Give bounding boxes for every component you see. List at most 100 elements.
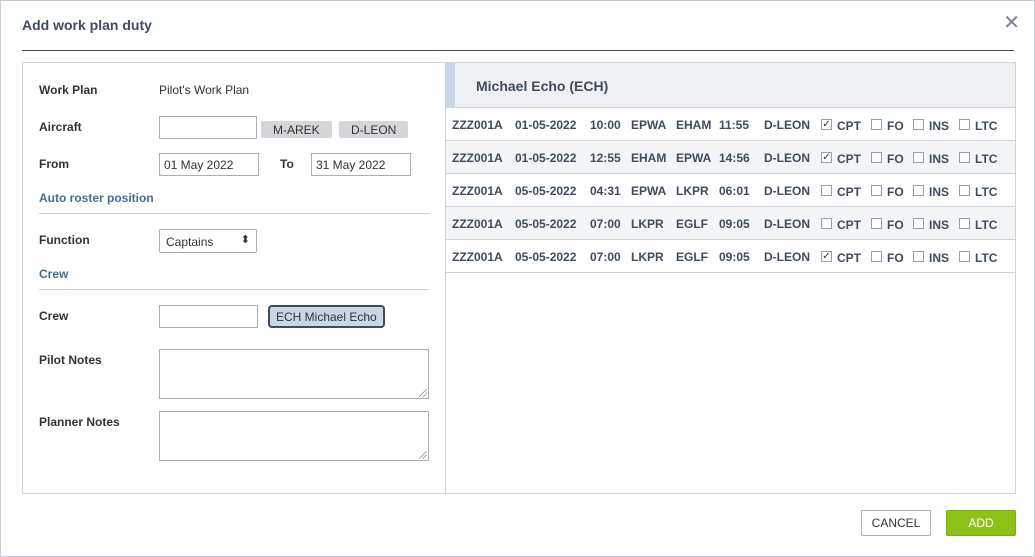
fo-checkbox[interactable] [871,185,882,196]
table-row: ZZZ001A 05-05-2022 04:31 EPWA LKPR 06:01 D-LEO… [446,174,1015,207]
destination-airport: EPWA [676,151,712,165]
flight-date: 01-05-2022 [515,151,577,165]
cpt-checkbox[interactable] [821,218,832,229]
pilot-flights-panel: Michael Echo (ECH) ZZZ001A 01-05-2022 10:0… [446,63,1015,493]
pilot-name: Michael Echo (ECH) [476,78,609,94]
crew-heading: Crew [39,267,69,281]
destination-airport: EGLF [676,250,708,264]
cpt-label: CPT [837,119,861,133]
function-select[interactable]: Captains ⬍ [159,229,257,253]
aircraft-registration: D-LEON [764,151,810,165]
ltc-label: LTC [975,251,998,265]
cpt-checkbox[interactable]: ✓ [821,152,832,163]
auto-roster-heading: Auto roster position [39,191,154,205]
ins-label: INS [929,185,950,199]
ins-checkbox[interactable] [913,251,924,262]
destination-airport: EGLF [676,217,708,231]
aircraft-registration: D-LEON [764,118,810,132]
cpt-checkbox[interactable]: ✓ [821,119,832,130]
fo-label: FO [887,251,904,265]
flight-number: ZZZ001A [452,184,503,198]
function-label: Function [39,233,90,247]
crew-divider [39,289,429,290]
crew-tag-michael-echo[interactable]: ECH Michael Echo [268,305,385,328]
ins-label: INS [929,251,950,265]
work-plan-label: Work Plan [39,83,98,97]
table-row: ZZZ001A 05-05-2022 07:00 LKPR EGLF 09:05 D-LEO… [446,207,1015,240]
fo-label: FO [887,185,904,199]
table-row: ZZZ001A 05-05-2022 07:00 LKPR EGLF 09:05 D-LEO… [446,240,1015,273]
fo-label: FO [887,218,904,232]
ltc-checkbox[interactable] [959,185,970,196]
add-work-plan-duty-dialog: Add work plan duty ✕ Work Plan Pilot's W… [0,0,1035,557]
from-label: From [39,157,69,171]
cancel-button[interactable]: CANCEL [861,510,931,536]
ltc-checkbox[interactable] [959,251,970,262]
cpt-label: CPT [837,185,861,199]
ltc-label: LTC [975,185,998,199]
ltc-label: LTC [975,119,998,133]
ltc-checkbox[interactable] [959,218,970,229]
flight-date: 05-05-2022 [515,217,577,231]
departure-time: 07:00 [590,250,621,264]
origin-airport: EPWA [631,184,667,198]
resize-grip-icon[interactable] [419,389,427,397]
arrival-time: 14:56 [719,151,750,165]
origin-airport: LKPR [631,217,664,231]
ins-checkbox[interactable] [913,185,924,196]
pilot-header: Michael Echo (ECH) [446,63,1015,108]
ltc-label: LTC [975,218,998,232]
flight-number: ZZZ001A [452,151,503,165]
duty-form: Work Plan Pilot's Work Plan Aircraft M-A… [23,63,446,493]
ins-checkbox[interactable] [913,119,924,130]
arrival-time: 11:55 [719,118,750,132]
to-label: To [280,157,294,171]
destination-airport: EHAM [676,118,712,132]
function-select-value: Captains [166,235,214,249]
chevron-updown-icon: ⬍ [240,234,250,246]
to-date-input[interactable]: 31 May 2022 [311,153,411,176]
departure-time: 07:00 [590,217,621,231]
flight-date: 05-05-2022 [515,184,577,198]
auto-roster-divider [39,213,429,214]
crew-input[interactable] [159,305,258,328]
ins-checkbox[interactable] [913,152,924,163]
resize-grip-icon[interactable] [419,451,427,459]
work-plan-value: Pilot's Work Plan [159,83,250,97]
ltc-checkbox[interactable] [959,119,970,130]
flight-date: 05-05-2022 [515,250,577,264]
fo-checkbox[interactable] [871,251,882,262]
ins-checkbox[interactable] [913,218,924,229]
fo-checkbox[interactable] [871,218,882,229]
fo-checkbox[interactable] [871,119,882,130]
aircraft-tag-d-leon[interactable]: D-LEON [339,121,409,138]
aircraft-registration: D-LEON [764,250,810,264]
cpt-label: CPT [837,152,861,166]
planner-notes-textarea[interactable] [159,411,429,461]
aircraft-tag-m-arek[interactable]: M-AREK [261,121,332,138]
departure-time: 10:00 [590,118,621,132]
aircraft-label: Aircraft [39,120,82,134]
dialog-content: Work Plan Pilot's Work Plan Aircraft M-A… [22,62,1016,494]
arrival-time: 09:05 [719,217,750,231]
aircraft-input[interactable] [159,116,257,139]
ins-label: INS [929,152,950,166]
arrival-time: 09:05 [719,250,750,264]
add-button[interactable]: ADD [946,510,1016,536]
table-row: ZZZ001A 01-05-2022 10:00 EPWA EHAM 11:55 D-LEO… [446,108,1015,141]
close-icon[interactable]: ✕ [1003,13,1020,33]
arrival-time: 06:01 [719,184,750,198]
title-divider [22,50,1014,51]
flight-date: 01-05-2022 [515,118,577,132]
origin-airport: LKPR [631,250,664,264]
cpt-checkbox[interactable] [821,185,832,196]
cpt-checkbox[interactable]: ✓ [821,251,832,262]
cpt-label: CPT [837,251,861,265]
destination-airport: LKPR [676,184,709,198]
fo-checkbox[interactable] [871,152,882,163]
pilot-notes-textarea[interactable] [159,349,429,399]
cpt-label: CPT [837,218,861,232]
from-date-input[interactable]: 01 May 2022 [159,153,259,176]
origin-airport: EHAM [631,151,667,165]
ltc-checkbox[interactable] [959,152,970,163]
